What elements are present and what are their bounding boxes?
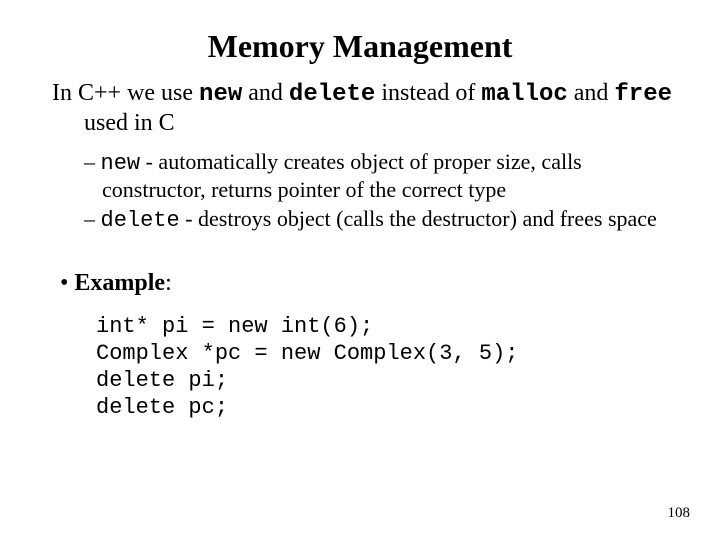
example-colon: : <box>165 270 172 296</box>
bullet-icon: • <box>60 270 74 296</box>
keyword-delete: delete <box>101 208 180 233</box>
intro-paragraph: In C++ we use new and delete instead of … <box>52 79 672 139</box>
list-item: – new - automatically creates object of … <box>84 149 672 205</box>
page-number: 108 <box>668 505 691 522</box>
keyword-new: new <box>199 81 242 108</box>
keyword-free: free <box>614 81 672 108</box>
dash-icon: – <box>84 149 101 174</box>
slide-title: Memory Management <box>0 0 720 79</box>
list-item: – delete - destroys object (calls the de… <box>84 206 672 235</box>
list-item-text: - destroys object (calls the destructor)… <box>180 206 657 231</box>
keyword-new: new <box>101 151 141 176</box>
slide: Memory Management In C++ we use new and … <box>0 0 720 540</box>
intro-text: In C++ we use <box>52 80 199 106</box>
intro-text: and <box>242 80 289 106</box>
keyword-malloc: malloc <box>481 81 567 108</box>
slide-body: In C++ we use new and delete instead of … <box>0 79 720 422</box>
keyword-delete: delete <box>289 81 375 108</box>
dash-icon: – <box>84 206 101 231</box>
code-block: int* pi = new int(6); Complex *pc = new … <box>52 314 672 421</box>
example-label: Example <box>74 270 165 296</box>
example-heading: • Example: <box>52 269 672 298</box>
sub-list: – new - automatically creates object of … <box>52 149 672 235</box>
intro-text: used in C <box>84 110 175 136</box>
intro-text: and <box>568 80 615 106</box>
intro-text: instead of <box>375 80 481 106</box>
list-item-text: - automatically creates object of proper… <box>102 149 582 203</box>
